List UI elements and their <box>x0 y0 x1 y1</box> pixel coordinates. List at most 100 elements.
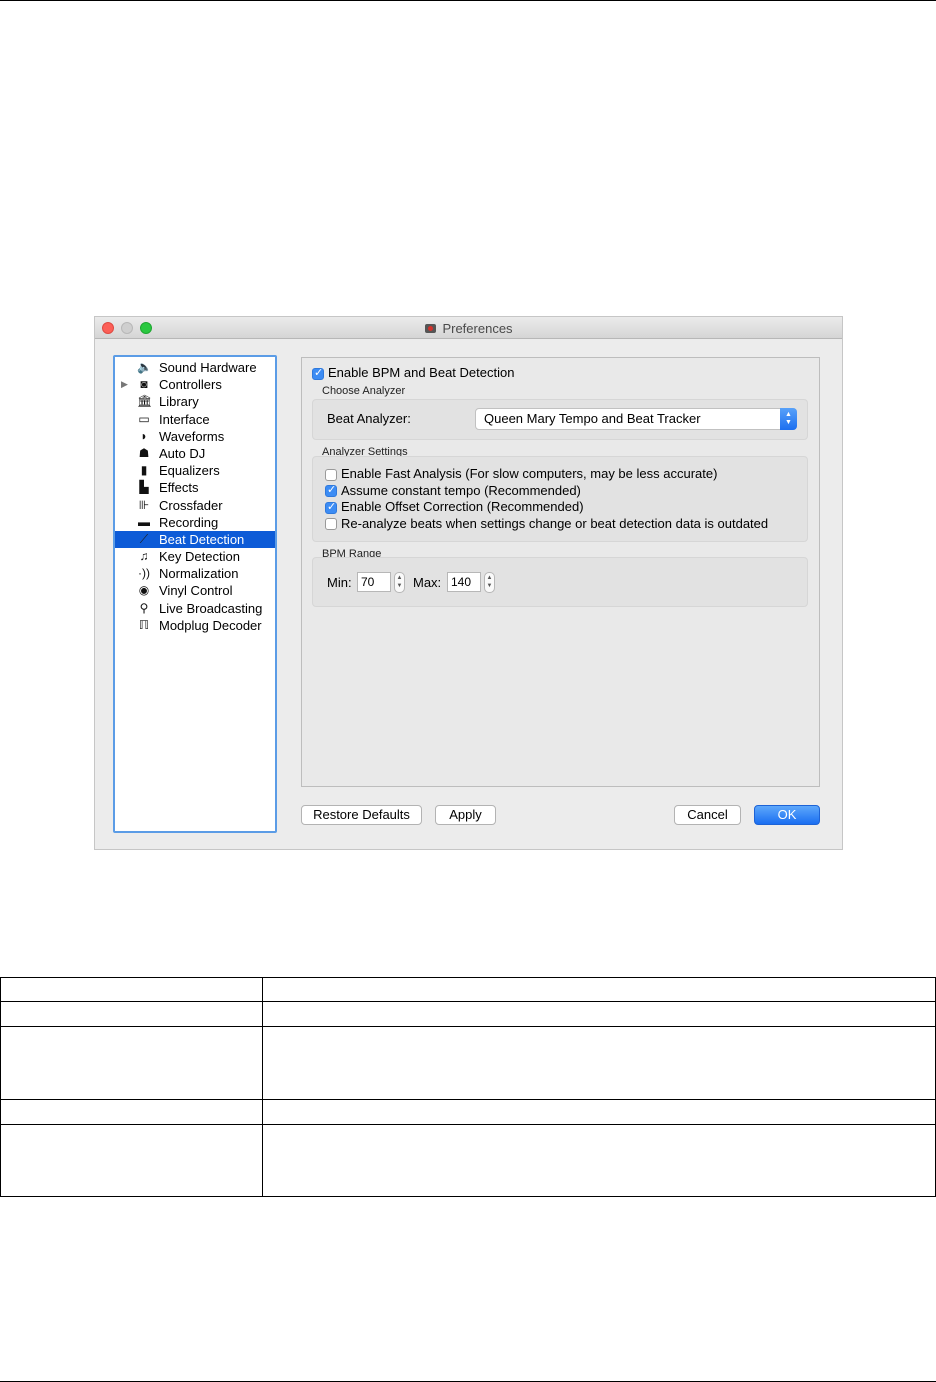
apply-button[interactable]: Apply <box>435 805 496 825</box>
sidebar-item-label: Recording <box>159 514 219 530</box>
sidebar-item-library[interactable]: 🏛 Library <box>115 393 275 410</box>
bpm-min-stepper[interactable]: ▲ ▼ <box>394 572 405 593</box>
table-row <box>0 1001 936 1027</box>
table-cell <box>262 1099 936 1125</box>
window-title: Preferences <box>442 320 513 336</box>
title-bar: Preferences <box>95 317 842 339</box>
sidebar-item-label: Equalizers <box>159 463 220 479</box>
sidebar-item-label: Normalization <box>159 566 239 582</box>
table-cell <box>0 1026 263 1100</box>
sidebar-item-effects[interactable]: ▙ Effects <box>115 479 275 496</box>
library-icon: 🏛 <box>137 394 153 409</box>
sidebar-item-label: Vinyl Control <box>159 583 233 599</box>
analyzer-option-row[interactable]: Enable Offset Correction (Recommended) <box>325 499 584 514</box>
bpm-range-group: Min: 70 ▲ ▼ Max: 140 ▲ ▼ <box>312 557 808 607</box>
beat-detection-panel: Enable BPM and Beat Detection Choose Ana… <box>301 357 820 787</box>
sidebar-item-waveforms[interactable]: ◗ Waveforms <box>115 428 275 445</box>
bpm-max-input[interactable]: 140 <box>447 572 481 592</box>
sidebar-item-modplug-decoder[interactable]: ℿ Modplug Decoder <box>115 617 275 634</box>
modplug-icon: ℿ <box>138 617 150 632</box>
sidebar-item-beat-detection[interactable]: ⟋ Beat Detection <box>115 530 275 549</box>
table-cell <box>0 1099 263 1125</box>
sidebar-item-label: Controllers <box>159 377 222 393</box>
table-cell <box>262 1001 936 1027</box>
vinyl-icon: ◉ <box>138 583 150 598</box>
analyzer-option-row[interactable]: Re-analyze beats when settings change or… <box>325 516 768 531</box>
sidebar-item-label: Interface <box>159 411 210 427</box>
enable-bpm-row[interactable]: Enable BPM and Beat Detection <box>312 365 514 380</box>
enable-bpm-label: Enable BPM and Beat Detection <box>328 365 515 380</box>
cancel-button[interactable]: Cancel <box>674 805 741 825</box>
select-arrows-icon: ▲ ▼ <box>780 408 797 430</box>
sidebar-item-label: Auto DJ <box>159 445 206 461</box>
analyzer-option-label: Assume constant tempo (Recommended) <box>341 482 581 498</box>
sidebar-item-label: Effects <box>159 480 199 496</box>
preferences-sidebar: 🔈 Sound Hardware ▶ ◙ Controllers 🏛 Library ▭ Int… <box>113 355 277 833</box>
sidebar-item-auto-dj[interactable]: ☗ Auto DJ <box>115 445 275 462</box>
analyzer-settings-group: Enable Fast Analysis (For slow computers… <box>312 456 808 542</box>
bpm-min-input[interactable]: 70 <box>357 572 391 592</box>
sidebar-item-equalizers[interactable]: ▮ Equalizers <box>115 462 275 479</box>
sidebar-item-vinyl-control[interactable]: ◉ Vinyl Control <box>115 582 275 599</box>
choose-analyzer-group: Beat Analyzer: Queen Mary Tempo and Beat… <box>312 399 808 440</box>
sidebar-item-key-detection[interactable]: ♫ Key Detection <box>115 548 275 565</box>
sidebar-item-normalization[interactable]: ·)) Normalization <box>115 565 275 582</box>
page-top-rule <box>0 0 936 1</box>
crossfader-icon: ⊪ <box>138 497 150 512</box>
restore-defaults-button[interactable]: Restore Defaults <box>301 805 422 825</box>
table-row <box>0 977 936 1002</box>
sidebar-item-label: Modplug Decoder <box>159 617 262 633</box>
robot-icon: ☗ <box>138 445 150 460</box>
sidebar-item-label: Beat Detection <box>159 531 245 547</box>
sidebar-item-crossfader[interactable]: ⊪ Crossfader <box>115 497 275 514</box>
sidebar-item-live-broadcasting[interactable]: ⚲ Live Broadcasting <box>115 600 275 617</box>
disclosure-triangle-icon[interactable]: ▶ <box>121 376 128 393</box>
mixxx-app-icon <box>424 322 437 335</box>
analyzer-option-checkbox[interactable] <box>325 483 337 498</box>
table-cell <box>262 977 936 1002</box>
sidebar-item-recording[interactable]: ▬ Recording <box>115 514 275 531</box>
table-cell <box>0 1001 263 1027</box>
table-cell <box>262 1124 936 1197</box>
sidebar-item-sound-hardware[interactable]: 🔈 Sound Hardware <box>115 359 275 376</box>
sidebar-list: 🔈 Sound Hardware ▶ ◙ Controllers 🏛 Library ▭ Int… <box>115 359 275 634</box>
table-cell <box>0 1124 263 1197</box>
table-cell <box>262 1026 936 1100</box>
ok-button[interactable]: OK <box>754 805 820 825</box>
treble-clef-icon: ♫ <box>139 549 149 564</box>
bpm-max-label: Max: <box>413 575 442 590</box>
beat-analyzer-label: Beat Analyzer: <box>327 411 411 426</box>
sidebar-item-label: Sound Hardware <box>159 360 257 375</box>
analyzer-option-checkbox[interactable] <box>325 468 337 481</box>
analyzer-option-checkbox[interactable] <box>325 518 337 531</box>
enable-bpm-checkbox[interactable] <box>312 366 324 380</box>
sidebar-item-label: Crossfader <box>159 497 223 513</box>
window-title-group: Preferences <box>95 317 842 339</box>
beat-detection-icon: ⟋ <box>139 531 149 546</box>
sidebar-item-controllers[interactable]: ▶ ◙ Controllers <box>115 376 275 393</box>
equalizer-icon: ▮ <box>140 463 148 478</box>
satellite-dish-icon: ⚲ <box>139 600 149 615</box>
effects-icon: ▙ <box>139 480 149 495</box>
choose-analyzer-title: Choose Analyzer <box>322 385 406 397</box>
analyzer-option-row[interactable]: Assume constant tempo (Recommended) <box>325 483 581 498</box>
analyzer-option-label: Enable Offset Correction (Recommended) <box>341 499 584 514</box>
sidebar-item-interface[interactable]: ▭ Interface <box>115 411 275 428</box>
sidebar-item-label: Library <box>159 394 199 410</box>
bpm-min-label: Min: <box>327 575 352 590</box>
analyzer-option-label: Re-analyze beats when settings change or… <box>341 515 769 531</box>
table-row <box>0 1124 936 1197</box>
speaker-icon: 🔈 <box>137 360 152 374</box>
preferences-window: Preferences 🔈 Sound Hardware ▶ ◙ Controllers… <box>94 316 843 850</box>
beat-analyzer-value: Queen Mary Tempo and Beat Tracker <box>484 411 701 426</box>
normalization-icon: ·)) <box>138 566 150 581</box>
analyzer-option-label: Enable Fast Analysis (For slow computers… <box>341 466 718 481</box>
beat-analyzer-select[interactable]: Queen Mary Tempo and Beat Tracker ▲ ▼ <box>475 408 797 430</box>
document-table <box>0 977 936 1197</box>
bpm-max-stepper[interactable]: ▲ ▼ <box>484 572 495 593</box>
analyzer-option-checkbox[interactable] <box>325 500 337 514</box>
recording-icon: ▬ <box>138 514 150 529</box>
table-row <box>0 1099 936 1125</box>
analyzer-option-row[interactable]: Enable Fast Analysis (For slow computers… <box>325 466 717 481</box>
waveforms-icon: ◗ <box>140 428 148 443</box>
